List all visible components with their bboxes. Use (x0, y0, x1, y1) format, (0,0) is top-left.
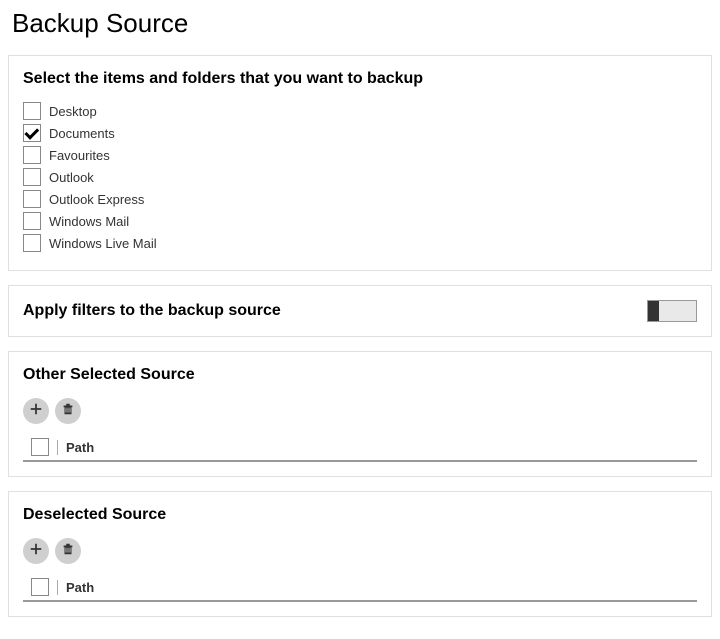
backup-item-label: Outlook Express (49, 192, 144, 207)
filter-toggle[interactable] (647, 300, 697, 322)
backup-item[interactable]: Outlook (23, 168, 697, 186)
deselected-source-table: Path (23, 574, 697, 602)
select-items-panel: Select the items and folders that you wa… (8, 55, 712, 271)
checkbox[interactable] (23, 102, 41, 120)
backup-item-label: Windows Live Mail (49, 236, 157, 251)
other-source-panel: Other Selected Source Path (8, 351, 712, 477)
trash-icon (61, 402, 75, 421)
page-title: Backup Source (12, 8, 712, 39)
checkbox[interactable] (23, 212, 41, 230)
plus-icon (29, 402, 43, 421)
backup-item[interactable]: Outlook Express (23, 190, 697, 208)
add-button[interactable] (23, 398, 49, 424)
path-column-header: Path (57, 580, 697, 595)
table-header-row: Path (23, 574, 697, 602)
add-button[interactable] (23, 538, 49, 564)
backup-item-label: Documents (49, 126, 115, 141)
backup-item-label: Windows Mail (49, 214, 129, 229)
trash-icon (61, 542, 75, 561)
backup-item[interactable]: Desktop (23, 102, 697, 120)
path-column-header: Path (57, 440, 697, 455)
checkbox[interactable] (23, 146, 41, 164)
table-header-row: Path (23, 434, 697, 462)
other-source-table: Path (23, 434, 697, 462)
delete-button[interactable] (55, 538, 81, 564)
backup-item-label: Favourites (49, 148, 110, 163)
filter-panel: Apply filters to the backup source (8, 285, 712, 337)
filter-title: Apply filters to the backup source (23, 302, 281, 320)
backup-item[interactable]: Favourites (23, 146, 697, 164)
backup-item[interactable]: Documents (23, 124, 697, 142)
other-source-title: Other Selected Source (23, 366, 697, 384)
backup-item-label: Desktop (49, 104, 97, 119)
select-items-title: Select the items and folders that you wa… (23, 70, 697, 88)
delete-button[interactable] (55, 398, 81, 424)
checkbox[interactable] (23, 234, 41, 252)
backup-items-list: Desktop Documents Favourites Outlook Outlook… (23, 102, 697, 252)
checkbox[interactable] (23, 124, 41, 142)
deselected-source-title: Deselected Source (23, 506, 697, 524)
checkbox[interactable] (23, 190, 41, 208)
deselected-source-panel: Deselected Source Path (8, 491, 712, 617)
toggle-knob (648, 301, 659, 321)
checkbox[interactable] (23, 168, 41, 186)
select-all-checkbox[interactable] (31, 578, 49, 596)
backup-item[interactable]: Windows Live Mail (23, 234, 697, 252)
backup-item[interactable]: Windows Mail (23, 212, 697, 230)
select-all-checkbox[interactable] (31, 438, 49, 456)
backup-item-label: Outlook (49, 170, 94, 185)
plus-icon (29, 542, 43, 561)
